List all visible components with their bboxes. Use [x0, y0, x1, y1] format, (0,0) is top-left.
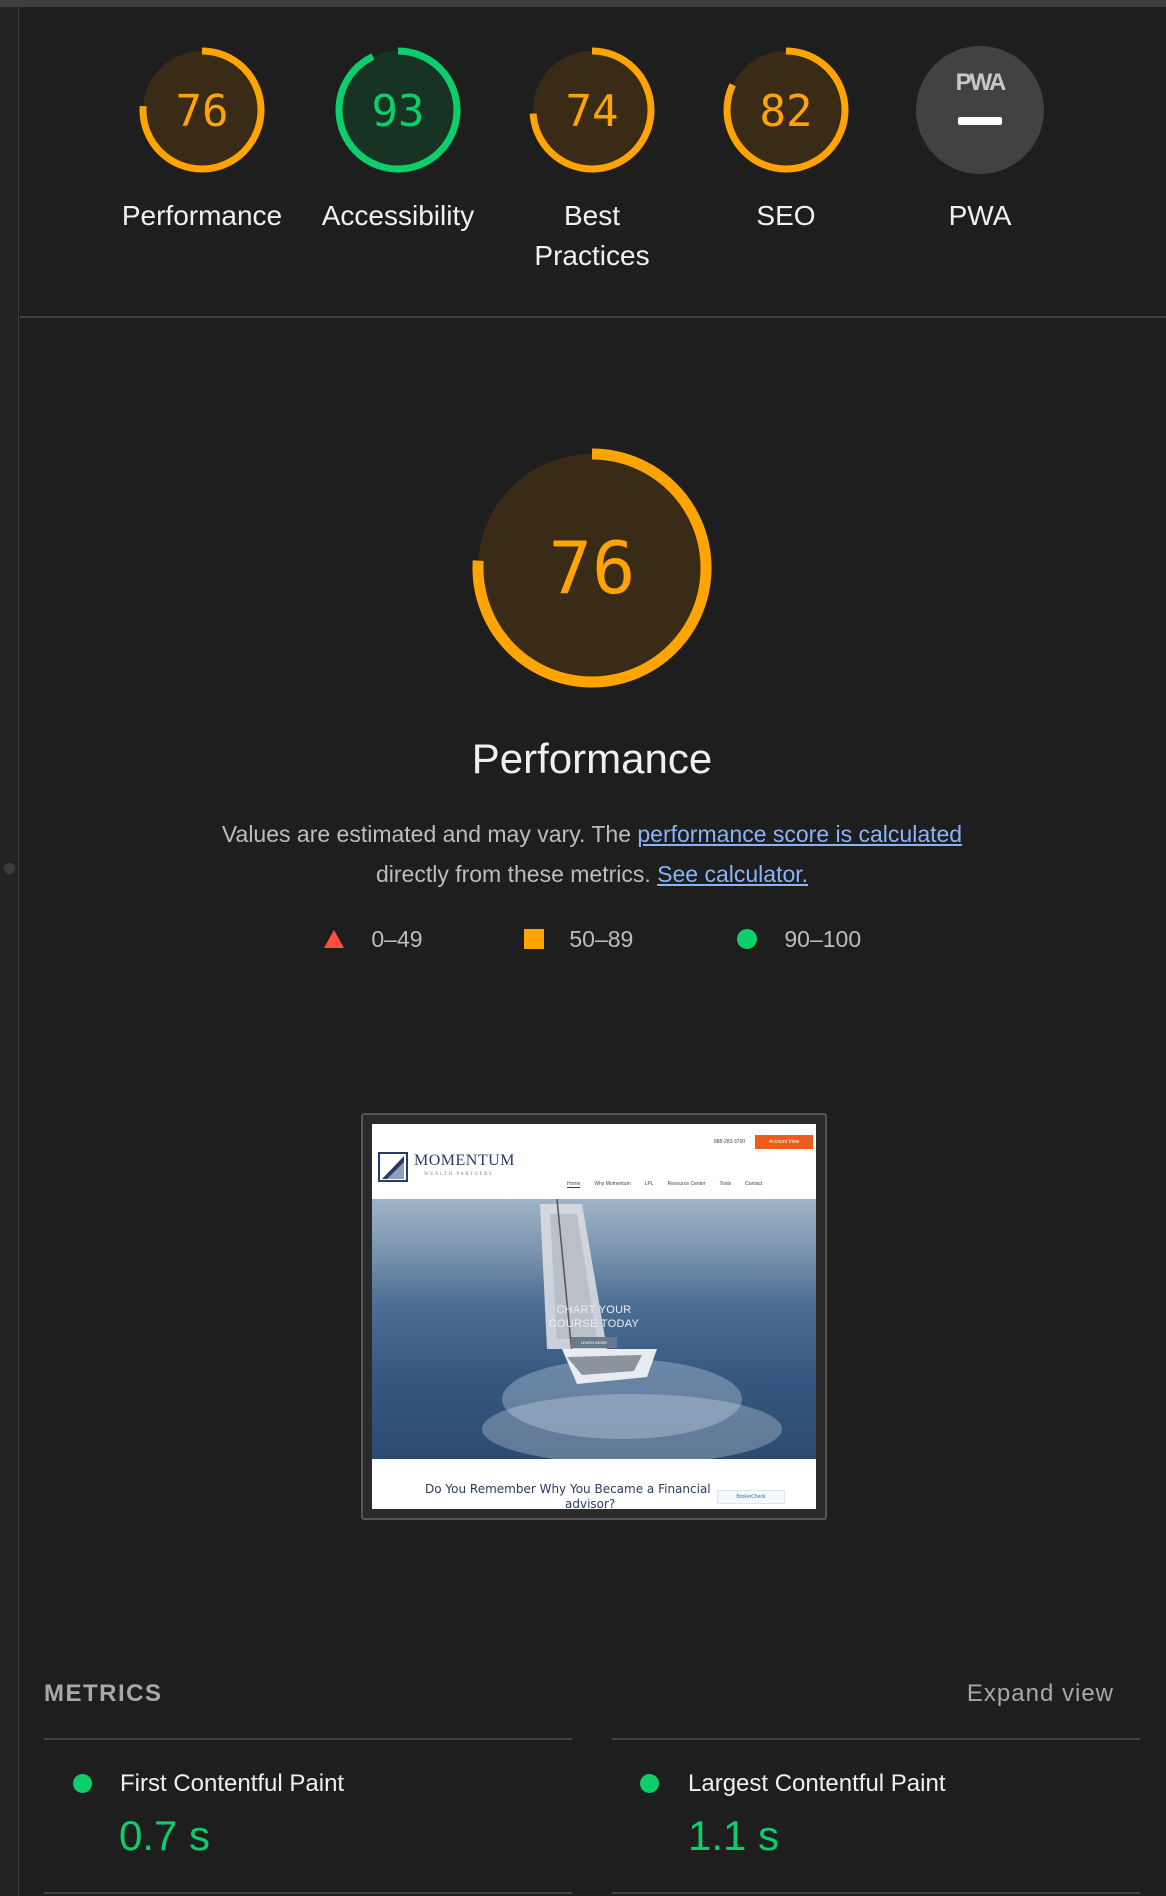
momentum-logo-icon	[378, 1152, 408, 1182]
performance-title: Performance	[471, 735, 713, 782]
thumb-nav-why: Why Momentum	[594, 1181, 631, 1187]
gauge-accessibility-ring: 93	[335, 47, 461, 173]
thumb-hero-button: LEARN MORE	[571, 1337, 617, 1348]
gauge-seo-label: SEO	[756, 200, 816, 231]
metric-lcp-label: Largest Contentful Paint	[688, 1770, 946, 1797]
score-calculated-link[interactable]: performance score is calculated	[637, 821, 962, 847]
metric-fcp-pass-icon	[73, 1774, 92, 1793]
main-gauge-score: 76	[549, 526, 636, 610]
pwa-logo-text: PWA	[956, 69, 1006, 96]
performance-description: Values are estimated and may vary. The p…	[140, 814, 1044, 894]
gauge-best-practices-ring: 74	[529, 47, 655, 173]
thumb-hero-line2: COURSE TODAY	[548, 1318, 640, 1330]
legend-fail: 0–49	[323, 926, 423, 953]
thumb-nav-home: Home	[567, 1181, 581, 1188]
gauge-seo-score: 82	[760, 86, 813, 137]
gauge-performance-label: Performance	[121, 200, 283, 231]
main-performance-gauge: 76	[470, 446, 714, 690]
metrics-divider-left	[44, 1738, 572, 1740]
square-average-icon	[524, 929, 544, 949]
metrics-divider-right	[612, 1738, 1140, 1740]
metric-fcp-value: 0.7 s	[119, 1812, 211, 1859]
divider	[20, 316, 1166, 318]
gauge-pwa-label: PWA	[948, 200, 1012, 231]
metrics-bottom-divider-left	[44, 1892, 572, 1894]
thumb-brand-sub: WEALTH PARTNERS	[424, 1172, 494, 1177]
thumb-phone: 888-283-3700	[714, 1139, 746, 1145]
gauge-best-practices-score: 74	[566, 86, 619, 137]
pwa-badge-icon: PWA	[916, 46, 1044, 174]
metrics-title: METRICS	[44, 1680, 163, 1707]
desc-prefix: Values are estimated and may vary. The	[221, 821, 638, 847]
left-rail	[0, 0, 19, 1896]
expand-view-toggle[interactable]: Expand view	[967, 1680, 1114, 1708]
gauge-accessibility-label: Accessibility	[321, 200, 475, 231]
thumb-cta: Account View	[755, 1135, 813, 1149]
gauge-performance-ring: 76	[139, 47, 265, 173]
thumb-nav-contact: Contact	[745, 1181, 763, 1187]
thumb-nav-lpl: LPL	[644, 1181, 654, 1187]
gauge-accessibility[interactable]: 93	[332, 44, 464, 176]
legend-fail-label: 0–49	[371, 926, 423, 952]
circle-pass-icon	[737, 929, 757, 949]
see-calculator-link[interactable]: See calculator.	[657, 861, 808, 887]
metrics-bottom-divider-right	[612, 1892, 1140, 1894]
thumb-brand: MOMENTUM	[414, 1152, 515, 1169]
legend-pass-label: 90–100	[784, 926, 862, 952]
gauge-best-practices[interactable]: 74	[526, 44, 658, 176]
thumb-nav: Home Why Momentum LPL Resource Center To…	[567, 1181, 762, 1188]
gauge-performance-score: 76	[176, 86, 229, 137]
metric-fcp-label: First Contentful Paint	[120, 1770, 345, 1797]
desc-mid: directly from these metrics.	[375, 861, 658, 887]
top-border	[0, 0, 1166, 7]
thumb-hero: CHART YOUR COURSE TODAY LEARN MORE	[372, 1199, 816, 1459]
thumb-footer-text2: advisor?	[565, 1497, 616, 1509]
gauge-seo[interactable]: 82	[720, 44, 852, 176]
gauge-seo-ring: 82	[723, 47, 849, 173]
legend-pass: 90–100	[736, 926, 861, 953]
legend-average: 50–89	[523, 926, 633, 953]
thumb-brokercheck-badge: BrokerCheck	[717, 1490, 785, 1504]
triangle-fail-icon	[324, 930, 344, 948]
rail-handle[interactable]	[4, 863, 15, 874]
metric-lcp-value: 1.1 s	[688, 1812, 780, 1859]
legend-average-label: 50–89	[569, 926, 634, 952]
thumb-nav-resource: Resource Center	[667, 1181, 706, 1187]
thumb-footer: Do You Remember Why You Became a Financi…	[372, 1459, 816, 1509]
final-screenshot: MOMENTUM WEALTH PARTNERS 888-283-3700 Ac…	[372, 1124, 816, 1509]
final-screenshot-frame[interactable]: MOMENTUM WEALTH PARTNERS 888-283-3700 Ac…	[361, 1113, 827, 1520]
gauge-pwa[interactable]: PWA	[914, 44, 1046, 176]
main-gauge-ring: 76	[472, 448, 712, 688]
gauge-performance[interactable]: 76	[136, 44, 268, 176]
metric-lcp-pass-icon	[640, 1774, 659, 1793]
thumb-nav-tools: Tools	[719, 1181, 732, 1187]
thumb-hero-line1: CHART YOUR	[556, 1304, 632, 1316]
thumb-footer-text: Do You Remember Why You Became a Financi…	[425, 1482, 711, 1496]
gauge-best-practices-label: Best Practices	[534, 200, 650, 271]
thumb-header: MOMENTUM WEALTH PARTNERS 888-283-3700 Ac…	[372, 1124, 816, 1199]
gauge-accessibility-score: 93	[372, 86, 425, 137]
